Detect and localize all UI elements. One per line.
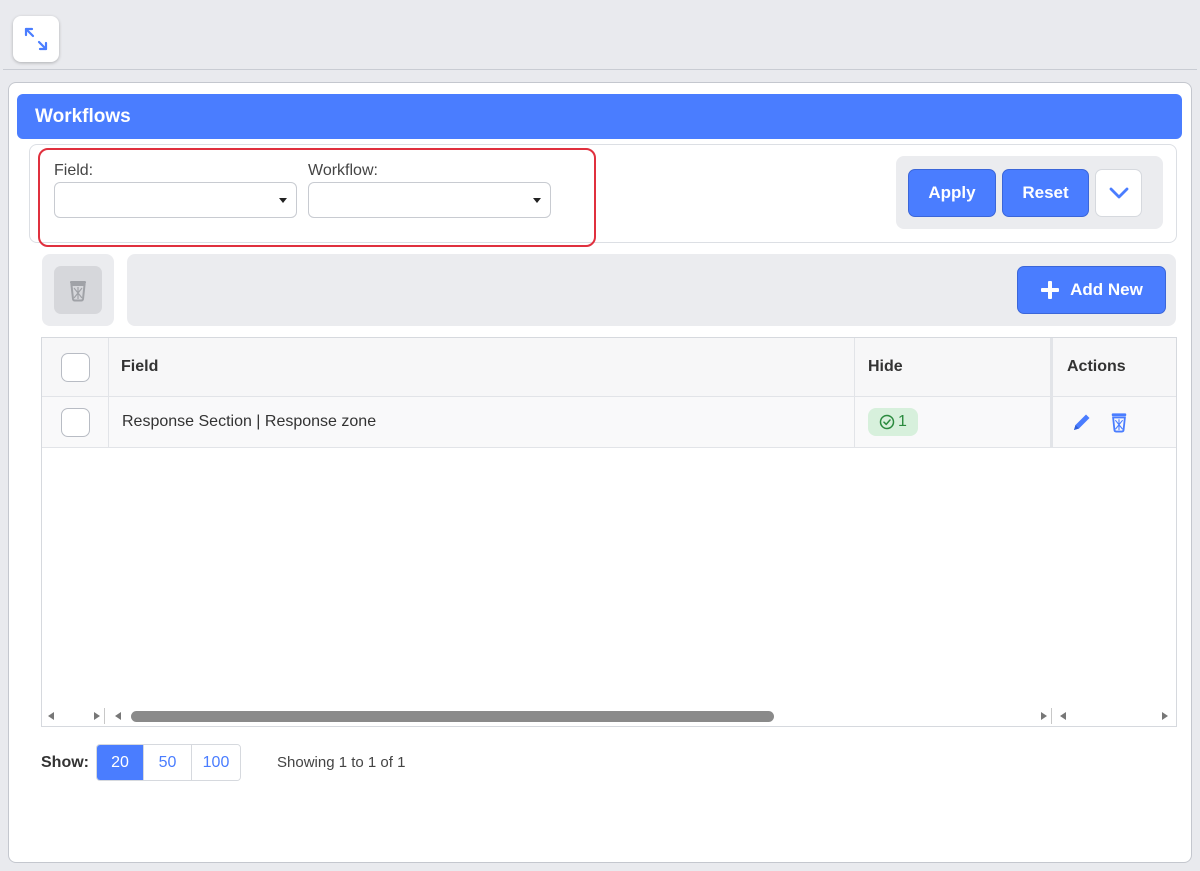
- select-all-cell: [61, 338, 90, 396]
- apply-button[interactable]: Apply: [908, 169, 996, 217]
- trash-icon: [70, 281, 86, 302]
- edit-button[interactable]: [1071, 411, 1093, 433]
- top-bar: [3, 3, 1197, 70]
- data-grid: Field Hide Actions Response Section | Re…: [41, 337, 1177, 727]
- page-size-100[interactable]: 100: [192, 745, 240, 780]
- workflows-panel: Workflows Field: Workflow: Apply Reset A…: [8, 82, 1192, 863]
- page-size-20[interactable]: 20: [97, 745, 144, 780]
- page-size-group: 20 50 100: [96, 744, 241, 781]
- bulk-delete-button[interactable]: [54, 266, 102, 314]
- field-select[interactable]: [54, 182, 297, 218]
- filter-toggle-button[interactable]: [1095, 169, 1142, 217]
- column-divider: [108, 338, 109, 448]
- pencil-icon: [1074, 414, 1090, 430]
- delete-row-button[interactable]: [1109, 411, 1129, 433]
- caret-down-icon: [533, 198, 541, 203]
- column-header-actions: Actions: [1067, 358, 1126, 375]
- reset-button[interactable]: Reset: [1002, 169, 1089, 217]
- bulk-delete-area: [42, 254, 114, 326]
- row-select-cell: [61, 397, 90, 447]
- grid-header: Field Hide Actions: [42, 338, 1176, 397]
- expand-button[interactable]: [13, 16, 59, 62]
- pagination-summary: Showing 1 to 1 of 1: [277, 754, 406, 771]
- scroll-divider: [1051, 708, 1052, 724]
- row-checkbox[interactable]: [61, 407, 90, 437]
- add-new-label: Add New: [1070, 280, 1143, 299]
- workflow-filter-label: Workflow:: [308, 162, 378, 179]
- column-header-hide[interactable]: Hide: [868, 338, 903, 396]
- scroll-divider: [104, 708, 105, 724]
- field-filter: Field:: [54, 162, 297, 218]
- caret-down-icon: [279, 198, 287, 203]
- filter-actions: Apply Reset: [896, 156, 1163, 229]
- column-divider: [854, 338, 855, 448]
- show-label: Show:: [41, 753, 89, 771]
- scroll-left-arrow[interactable]: [1060, 706, 1066, 726]
- hide-count: 1: [898, 413, 907, 430]
- filter-box: Field: Workflow: Apply Reset: [29, 144, 1177, 247]
- workflow-filter: Workflow:: [308, 162, 551, 218]
- plus-icon: [1041, 281, 1060, 299]
- expand-arrows-icon: [24, 27, 48, 51]
- scroll-left-arrow[interactable]: [48, 706, 54, 726]
- hide-count-badge: 1: [868, 408, 918, 436]
- page-size-50[interactable]: 50: [144, 745, 192, 780]
- workflow-select[interactable]: [308, 182, 551, 218]
- trash-icon: [1111, 413, 1127, 433]
- panel-title: Workflows: [17, 94, 1182, 139]
- row-field-value: Response Section | Response zone: [122, 413, 377, 430]
- row-actions: [1071, 397, 1129, 447]
- table-row[interactable]: Response Section | Response zone 1: [42, 397, 1176, 448]
- scroll-left-arrow[interactable]: [115, 706, 121, 726]
- row-hide-cell: 1: [868, 397, 918, 447]
- pagination: Show: 20 50 100 Showing 1 to 1 of 1: [41, 744, 405, 781]
- scroll-right-arrow[interactable]: [1162, 706, 1168, 726]
- grid-toolbar: Add New: [127, 254, 1176, 326]
- scroll-right-arrow[interactable]: [94, 706, 100, 726]
- select-all-checkbox[interactable]: [61, 352, 90, 382]
- frozen-column-divider: [1050, 338, 1053, 448]
- column-header-field[interactable]: Field: [121, 338, 158, 396]
- chevron-down-icon: [1109, 187, 1128, 199]
- check-circle-icon: [879, 414, 895, 430]
- field-filter-label: Field:: [54, 162, 94, 179]
- add-new-button[interactable]: Add New: [1017, 266, 1166, 314]
- horizontal-scrollbars: [42, 706, 1176, 726]
- scroll-right-arrow[interactable]: [1041, 706, 1047, 726]
- horizontal-scroll-thumb[interactable]: [131, 711, 774, 722]
